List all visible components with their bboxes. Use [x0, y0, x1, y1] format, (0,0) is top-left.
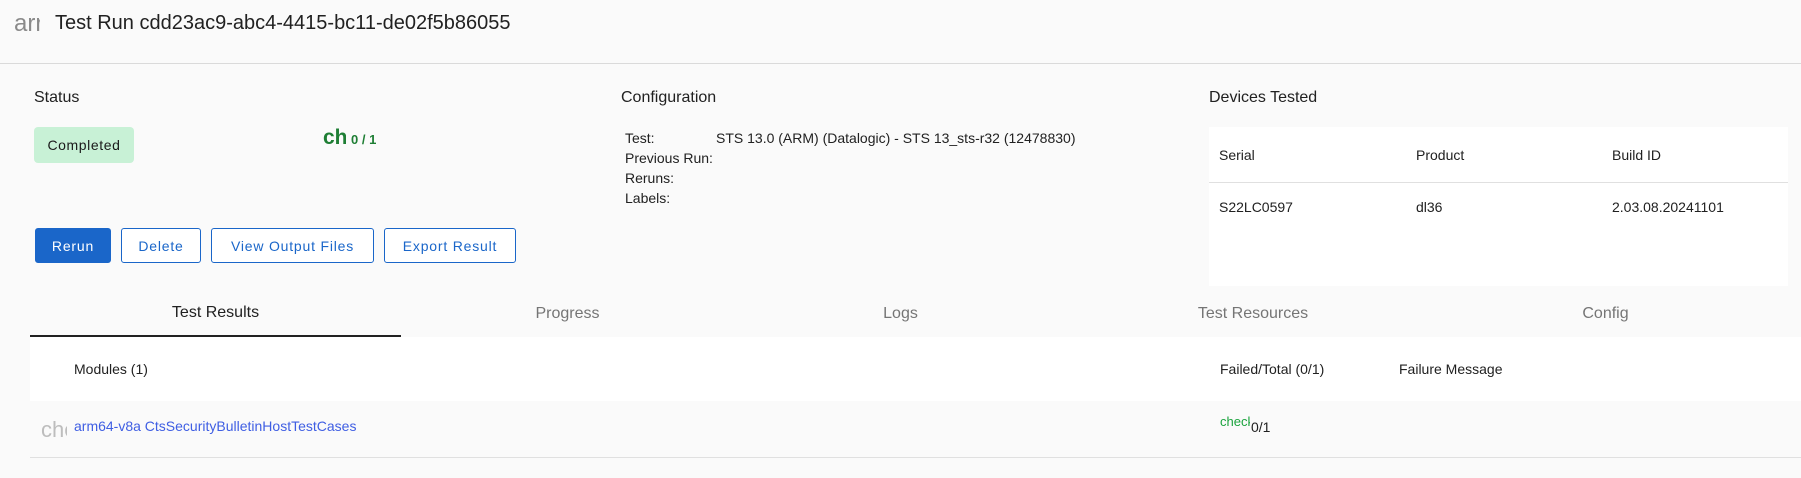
column-header-build-id: Build ID [1612, 147, 1662, 163]
column-header-failure-message: Failure Message [1399, 361, 1503, 377]
failed-total-value: 0/1 [1251, 419, 1271, 435]
column-header-modules: Modules (1) [74, 361, 148, 377]
column-header-failed-total: Failed/Total (0/1) [1220, 361, 1325, 377]
results-table-header: Modules (1) Failed/Total (0/1) Failure M… [30, 337, 1801, 401]
config-test-label: Test: [625, 130, 655, 146]
config-labels-label: Labels: [625, 190, 671, 206]
rerun-button[interactable]: Rerun [35, 228, 111, 263]
arrow-back-icon[interactable]: arrow_back [14, 10, 40, 38]
export-result-button[interactable]: Export Result [384, 228, 516, 263]
column-header-serial: Serial [1219, 147, 1255, 163]
devices-table-header: Serial Product Build ID [1209, 127, 1788, 183]
results-table: Modules (1) Failed/Total (0/1) Failure M… [30, 337, 1801, 458]
configuration-section-title: Configuration [621, 89, 717, 106]
table-row[interactable]: chevron_right arm64-v8a CtsSecurityBulle… [30, 401, 1801, 458]
status-section-title: Status [34, 89, 80, 106]
config-test-value: STS 13.0 (ARM) (Datalogic) - STS 13_sts-… [716, 130, 1076, 146]
pass-count-text: 0 / 1 [351, 132, 377, 147]
check-icon: check [323, 126, 346, 149]
devices-table: Serial Product Build ID S22LC0597 dl36 2… [1209, 127, 1788, 286]
tab-bar: Test Results Progress Logs Test Resource… [30, 290, 1801, 337]
chevron-right-icon[interactable]: chevron_right [41, 417, 67, 443]
tab-progress[interactable]: Progress [401, 290, 734, 337]
devices-section-title: Devices Tested [1209, 89, 1318, 106]
tab-config[interactable]: Config [1439, 290, 1772, 337]
tab-logs[interactable]: Logs [734, 290, 1067, 337]
module-link[interactable]: arm64-v8a CtsSecurityBulletinHostTestCas… [74, 418, 356, 434]
check-icon: check [1220, 414, 1250, 429]
page-title: Test Run cdd23ac9-abc4-4415-bc11-de02f5b… [55, 12, 511, 34]
tab-test-results[interactable]: Test Results [30, 290, 401, 337]
tab-test-resources[interactable]: Test Resources [1067, 290, 1439, 337]
device-product: dl36 [1416, 199, 1443, 215]
delete-button[interactable]: Delete [121, 228, 201, 263]
top-header: arrow_back Test Run cdd23ac9-abc4-4415-b… [0, 0, 1801, 64]
status-badge: Completed [34, 127, 134, 163]
config-reruns-label: Reruns: [625, 170, 675, 186]
device-build-id: 2.03.08.20241101 [1612, 199, 1724, 215]
device-serial: S22LC0597 [1219, 199, 1293, 215]
column-header-product: Product [1416, 147, 1465, 163]
view-output-files-button[interactable]: View Output Files [211, 228, 374, 263]
config-previous-run-label: Previous Run: [625, 150, 713, 166]
pass-count: check 0 / 1 [323, 126, 376, 150]
